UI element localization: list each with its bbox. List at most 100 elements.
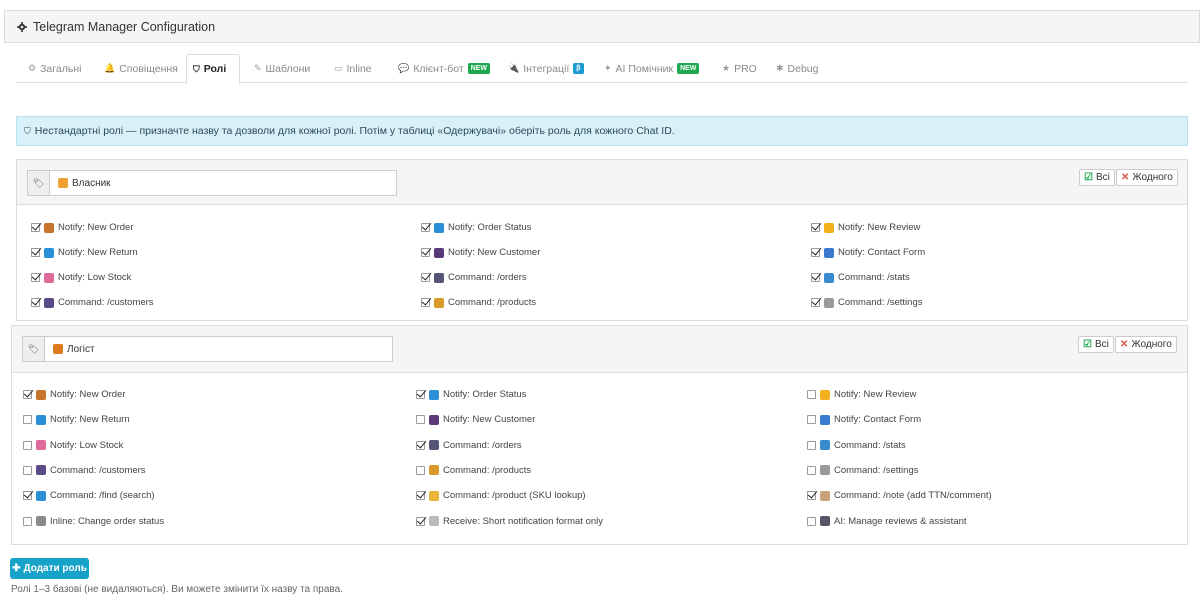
permission-item[interactable]: Inline: Change order status [23, 516, 164, 527]
person-icon [429, 414, 439, 425]
permission-item[interactable]: AI: Manage reviews & assistant [807, 516, 967, 527]
chart-down-icon [36, 440, 46, 451]
permission-item[interactable]: Notify: New Return [31, 247, 138, 258]
permission-checkbox[interactable] [421, 298, 430, 307]
role-name-input[interactable]: 🏷 Логіст [22, 336, 393, 362]
permission-item[interactable]: Command: /product (SKU lookup) [416, 490, 586, 501]
truck-icon [53, 344, 63, 354]
permission-item[interactable]: Notify: New Review [811, 222, 920, 233]
tab-roles[interactable]: ⛉ Ролі [186, 54, 240, 84]
tab-notifications[interactable]: 🔔 Сповіщення [98, 54, 184, 83]
permission-item[interactable]: Notify: Order Status [416, 389, 526, 400]
permission-checkbox[interactable] [23, 465, 32, 475]
role-name-input[interactable]: 🏷 Власник [27, 170, 397, 196]
permission-item[interactable]: Notify: Low Stock [23, 440, 123, 451]
permission-checkbox[interactable] [31, 248, 40, 257]
permission-item[interactable]: Notify: New Customer [421, 247, 540, 258]
permission-checkbox[interactable] [421, 223, 430, 232]
permission-checkbox[interactable] [811, 248, 820, 257]
select-all-button[interactable]: ☑ Всі [1079, 169, 1115, 186]
permission-checkbox[interactable] [807, 491, 816, 501]
permission-checkbox[interactable] [416, 440, 425, 450]
permission-label: Command: /products [448, 297, 537, 308]
tab-label: Ролі [203, 63, 227, 75]
permission-item[interactable]: Notify: New Customer [416, 414, 535, 425]
permission-checkbox[interactable] [421, 248, 430, 257]
tab-general[interactable]: ⚙ Загальні [22, 54, 87, 83]
permission-item[interactable]: Command: /products [416, 465, 531, 476]
permission-item[interactable]: Command: /customers [23, 465, 146, 476]
permission-checkbox[interactable] [807, 440, 816, 450]
permission-item[interactable]: Notify: Order Status [421, 222, 531, 233]
search-icon [36, 490, 46, 501]
permission-label: Notify: New Return [58, 247, 138, 258]
permission-checkbox[interactable] [23, 516, 32, 526]
alert-text: Нестандартні ролі — призначте назву та д… [34, 125, 675, 137]
tab-label: Inline [346, 62, 372, 75]
tab-debug[interactable]: ✱ Debug [770, 54, 825, 83]
permission-checkbox[interactable] [416, 390, 425, 399]
role-name-text: Власник [72, 177, 111, 189]
plus-icon: ✚ [12, 563, 21, 574]
header-title-wrap: Telegram Manager Configuration [17, 20, 215, 34]
select-none-button[interactable]: ✕ Жодного [1115, 336, 1177, 353]
permission-item[interactable]: Receive: Short notification format only [416, 516, 603, 527]
permission-checkbox[interactable] [807, 516, 816, 526]
permission-checkbox[interactable] [416, 465, 425, 475]
permission-item[interactable]: Command: /products [421, 297, 536, 308]
permission-checkbox[interactable] [811, 298, 820, 307]
permission-label: Command: /customers [50, 464, 146, 476]
permission-label: Notify: New Review [834, 389, 917, 400]
page-title: Telegram Manager Configuration [33, 20, 216, 34]
permission-checkbox[interactable] [807, 415, 816, 425]
permission-checkbox[interactable] [421, 273, 430, 282]
robot-icon [820, 516, 830, 526]
permission-item[interactable]: Command: /stats [811, 272, 910, 283]
permission-item[interactable]: Command: /settings [811, 297, 922, 308]
tab-ai-assistant[interactable]: ✦ AI Помічник NEW [598, 54, 705, 83]
box-icon [44, 222, 54, 233]
permission-checkbox[interactable] [416, 415, 425, 425]
permission-item[interactable]: Notify: Contact Form [811, 247, 925, 258]
tab-pro[interactable]: ★ PRO [716, 54, 763, 83]
tab-integrations[interactable]: 🔌 Інтеграції β [502, 54, 590, 83]
select-none-button[interactable]: ✕ Жодного [1116, 169, 1178, 186]
select-all-button[interactable]: ☑ Всі [1078, 336, 1114, 353]
permission-checkbox[interactable] [807, 465, 816, 475]
permission-item[interactable]: Notify: New Review [807, 389, 916, 400]
permission-checkbox[interactable] [811, 223, 820, 232]
permission-checkbox[interactable] [23, 491, 32, 501]
permission-checkbox[interactable] [23, 390, 32, 399]
permission-item[interactable]: Notify: New Order [31, 222, 134, 233]
permission-item[interactable]: Command: /customers [31, 297, 154, 308]
tag-icon: 🏷 [23, 337, 45, 361]
permission-checkbox[interactable] [811, 273, 820, 282]
permission-label: Inline: Change order status [50, 515, 165, 527]
permission-item[interactable]: Command: /note (add TTN/comment) [807, 490, 992, 501]
permission-checkbox[interactable] [31, 223, 40, 232]
tab-templates[interactable]: ✎ Шаблони [248, 54, 316, 83]
permission-item[interactable]: Notify: Contact Form [807, 414, 921, 425]
permission-item[interactable]: Command: /find (search) [23, 490, 155, 501]
permission-item[interactable]: Notify: Low Stock [31, 272, 131, 283]
permission-item[interactable]: Notify: New Return [23, 414, 130, 425]
tab-client-bot[interactable]: 💬 Клієнт-бот NEW [392, 54, 496, 83]
permission-item[interactable]: Notify: New Order [23, 389, 126, 400]
plug-icon: 🔌 [508, 63, 520, 73]
permission-item[interactable]: Command: /orders [416, 440, 522, 451]
permission-checkbox[interactable] [23, 415, 32, 425]
permission-checkbox[interactable] [807, 390, 816, 399]
add-role-button[interactable]: ✚ Додати роль [10, 558, 89, 579]
permission-checkbox[interactable] [416, 491, 425, 501]
permission-checkbox[interactable] [416, 516, 425, 526]
gear-icon [17, 22, 27, 32]
permission-checkbox[interactable] [31, 273, 40, 282]
role-name-text: Логіст [67, 343, 95, 355]
permission-item[interactable]: Command: /orders [421, 272, 527, 283]
permission-checkbox[interactable] [31, 298, 40, 307]
doc-icon [429, 516, 439, 526]
permission-item[interactable]: Command: /settings [807, 465, 918, 476]
permission-checkbox[interactable] [23, 440, 32, 450]
tab-inline[interactable]: ▭ Inline [328, 54, 378, 83]
permission-item[interactable]: Command: /stats [807, 440, 906, 451]
